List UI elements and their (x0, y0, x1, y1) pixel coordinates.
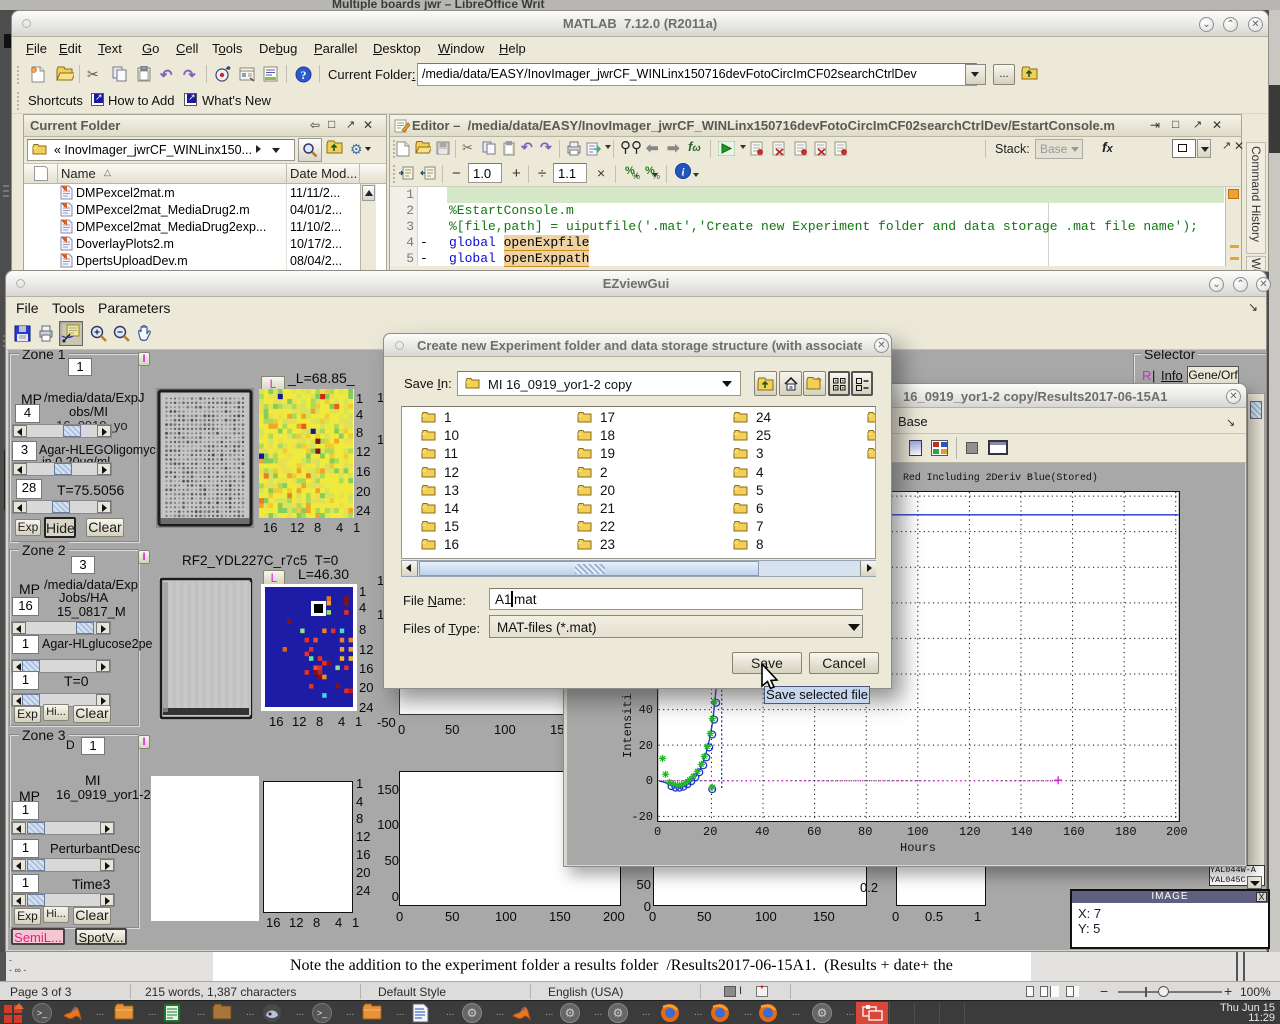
svg-text:*: * (817, 377, 820, 385)
svg-text:?: ? (301, 68, 307, 82)
svg-text:+: + (634, 171, 639, 180)
